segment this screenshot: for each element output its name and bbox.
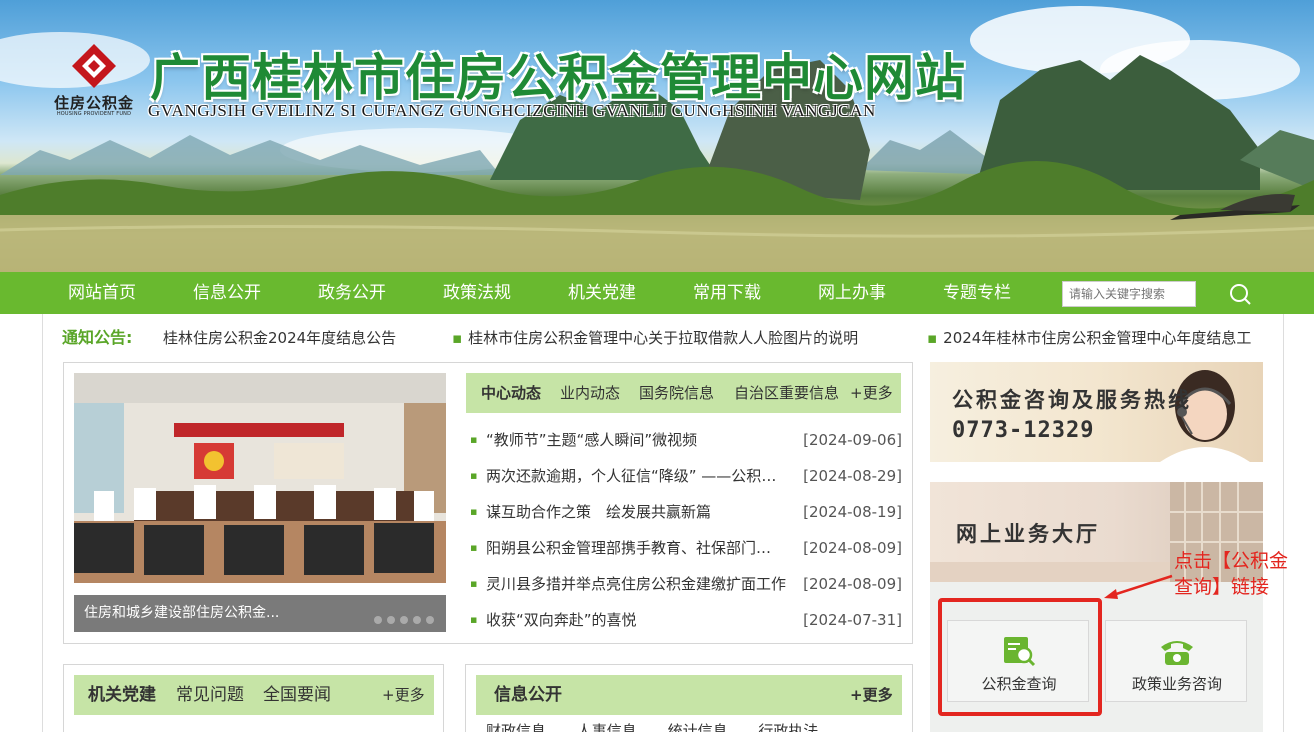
nav-item-online-services[interactable]: 网上办事 — [818, 272, 886, 314]
more-link[interactable]: +更多 — [382, 675, 425, 715]
bullet-icon: ▪ — [927, 329, 938, 347]
nav-item-downloads[interactable]: 常用下载 — [693, 272, 761, 314]
annotation-text: 点击【公积金 查询】链接 — [1174, 548, 1288, 600]
slide-indicators — [369, 609, 434, 628]
tab-state-council[interactable]: 国务院信息 — [639, 373, 714, 413]
slide-dot[interactable] — [426, 616, 434, 624]
provident-fund-logo-icon — [72, 44, 116, 88]
news-slide-image[interactable] — [74, 373, 446, 583]
more-link[interactable]: +更多 — [850, 675, 893, 715]
tab-industry-news[interactable]: 业内动态 — [560, 373, 620, 413]
slide-dot[interactable] — [374, 616, 382, 624]
site-title: 广西桂林市住房公积金管理中心网站 — [150, 49, 966, 107]
party-tabbar: 机关党建 常见问题 全国要闻 +更多 — [74, 675, 434, 715]
policy-consult-button[interactable]: 政策业务咨询 — [1105, 620, 1247, 702]
news-date: [2024-08-19] — [803, 503, 902, 521]
news-title[interactable]: 谋互助合作之策 绘发展共赢新篇 — [486, 500, 786, 524]
news-title[interactable]: “教师节”主题“感人瞬间”微视频 — [486, 428, 786, 452]
hotline-banner[interactable]: 公积金咨询及服务热线 0773-12329 — [930, 362, 1263, 462]
center-news-tabbar: 中心动态 业内动态 国务院信息 自治区重要信息 +更多 — [466, 373, 901, 413]
news-row[interactable]: ▪ 收获“双向奔赴”的喜悦 [2024-07-31] — [470, 608, 902, 632]
highlight-box — [938, 598, 1102, 716]
nav-item-special-topics[interactable]: 专题专栏 — [943, 272, 1011, 314]
bullet-icon: ▪ — [470, 613, 478, 626]
subtab-personnel[interactable]: 人事信息 — [577, 722, 637, 732]
nav-item-home[interactable]: 网站首页 — [68, 272, 136, 314]
header-banner: 住房公积金 HOUSING PROVIDENT FUND 广西桂林市住房公积金管… — [0, 0, 1314, 272]
news-title[interactable]: 灵川县多措并举点亮住房公积金建缴扩面工作 — [486, 572, 786, 596]
bullet-icon: ▪ — [470, 505, 478, 518]
bullet-icon: ▪ — [452, 329, 463, 347]
slide-dot[interactable] — [413, 616, 421, 624]
nav-item-party-building[interactable]: 机关党建 — [568, 272, 636, 314]
tab-autonomous-region[interactable]: 自治区重要信息 — [734, 373, 839, 413]
nav-item-policies[interactable]: 政策法规 — [443, 272, 511, 314]
news-row[interactable]: ▪ 灵川县多措并举点亮住房公积金建缴扩面工作 [2024-08-09] — [470, 572, 902, 596]
notice-item-text: 桂林住房公积金2024年度结息公告 — [163, 329, 397, 347]
hotline-title: 公积金咨询及服务热线 — [952, 387, 1192, 412]
subtab-law-enforcement[interactable]: 行政执法 — [758, 722, 818, 732]
news-row[interactable]: ▪ 谋互助合作之策 绘发展共赢新篇 [2024-08-19] — [470, 500, 902, 524]
tab-party-building[interactable]: 机关党建 — [88, 675, 156, 715]
notice-label: 通知公告: — [62, 328, 133, 347]
news-date: [2024-08-09] — [803, 575, 902, 593]
news-date: [2024-07-31] — [803, 611, 902, 629]
news-title[interactable]: 两次还款逾期，个人征信“降级” ——公积金贷款逾期的后果 — [486, 464, 786, 488]
notice-item-text: 桂林市住房公积金管理中心关于拉取借款人人脸图片的说明 — [468, 329, 859, 347]
logo-text: 住房公积金 — [53, 94, 134, 112]
tab-faq[interactable]: 常见问题 — [176, 675, 244, 715]
bullet-icon: ▪ — [470, 469, 478, 482]
tab-info-disclosure[interactable]: 信息公开 — [494, 675, 562, 715]
subtab-statistics[interactable]: 统计信息 — [668, 722, 728, 732]
news-date: [2024-08-09] — [803, 539, 902, 557]
search-icon[interactable] — [1228, 282, 1252, 306]
meeting-photo — [74, 373, 446, 583]
info-subtabs: 财政信息 人事信息 统计信息 行政执法 — [486, 722, 906, 732]
nav-item-government-affairs[interactable]: 政务公开 — [318, 272, 386, 314]
annotation-line: 点击【公积金 — [1174, 550, 1289, 572]
tab-center-news[interactable]: 中心动态 — [481, 373, 541, 413]
site-subtitle: GVANGJSIH GVEILINZ SI CUFANGZ GUNGHCIZGI… — [148, 101, 876, 120]
notice-bar: 通知公告: 桂林住房公积金2024年度结息公告 ▪ 桂林市住房公积金管理中心关于拉… — [62, 326, 1262, 350]
logo-subtext: HOUSING PROVIDENT FUND — [56, 111, 132, 117]
slide-dot[interactable] — [387, 616, 395, 624]
nav-item-info-disclosure[interactable]: 信息公开 — [193, 272, 261, 314]
policy-consult-label: 政策业务咨询 — [1131, 675, 1222, 693]
more-link[interactable]: +更多 — [850, 373, 893, 413]
annotation-line: 查询】链接 — [1174, 576, 1270, 598]
news-title[interactable]: 阳朔县公积金管理部携手教育、社保部门联合开展宣传 — [486, 536, 786, 560]
news-date: [2024-08-29] — [803, 467, 902, 485]
bullet-icon: ▪ — [470, 433, 478, 446]
search-input[interactable] — [1062, 281, 1196, 307]
news-title[interactable]: 收获“双向奔赴”的喜悦 — [486, 608, 786, 632]
annotation-arrow-icon — [1104, 574, 1173, 599]
notice-item[interactable]: ▪ 桂林市住房公积金管理中心关于拉取借款人人脸图片的说明 — [452, 326, 858, 350]
bullet-icon: ▪ — [470, 541, 478, 554]
news-row[interactable]: ▪ “教师节”主题“感人瞬间”微视频 [2024-09-06] — [470, 428, 902, 452]
main-nav: 网站首页 信息公开 政务公开 政策法规 机关党建 常用下载 网上办事 专题专栏 — [0, 272, 1314, 314]
tab-national-news[interactable]: 全国要闻 — [263, 675, 331, 715]
slide-dot[interactable] — [400, 616, 408, 624]
hotline-number: 0773-12329 — [952, 418, 1095, 443]
info-tabbar: 信息公开 +更多 — [476, 675, 902, 715]
subtab-finance[interactable]: 财政信息 — [486, 722, 546, 732]
news-row[interactable]: ▪ 两次还款逾期，个人征信“降级” ——公积金贷款逾期的后果 [2024-08-… — [470, 464, 902, 488]
slide-caption: 住房和城乡建设部住房公积金... — [84, 605, 280, 621]
bullet-icon: ▪ — [470, 577, 478, 590]
news-date: [2024-09-06] — [803, 431, 902, 449]
notice-item-text: 2024年桂林市住房公积金管理中心年度结息工 — [943, 329, 1252, 347]
site-logo[interactable]: 住房公积金 HOUSING PROVIDENT FUND — [44, 40, 144, 120]
notice-item[interactable]: 桂林住房公积金2024年度结息公告 — [163, 326, 396, 350]
online-hall-title: 网上业务大厅 — [956, 521, 1100, 546]
news-row[interactable]: ▪ 阳朔县公积金管理部携手教育、社保部门联合开展宣传 [2024-08-09] — [470, 536, 902, 560]
slide-caption-bar[interactable]: 住房和城乡建设部住房公积金... — [74, 595, 446, 632]
notice-item[interactable]: ▪ 2024年桂林市住房公积金管理中心年度结息工 — [927, 326, 1251, 350]
telephone-icon — [1161, 641, 1193, 665]
